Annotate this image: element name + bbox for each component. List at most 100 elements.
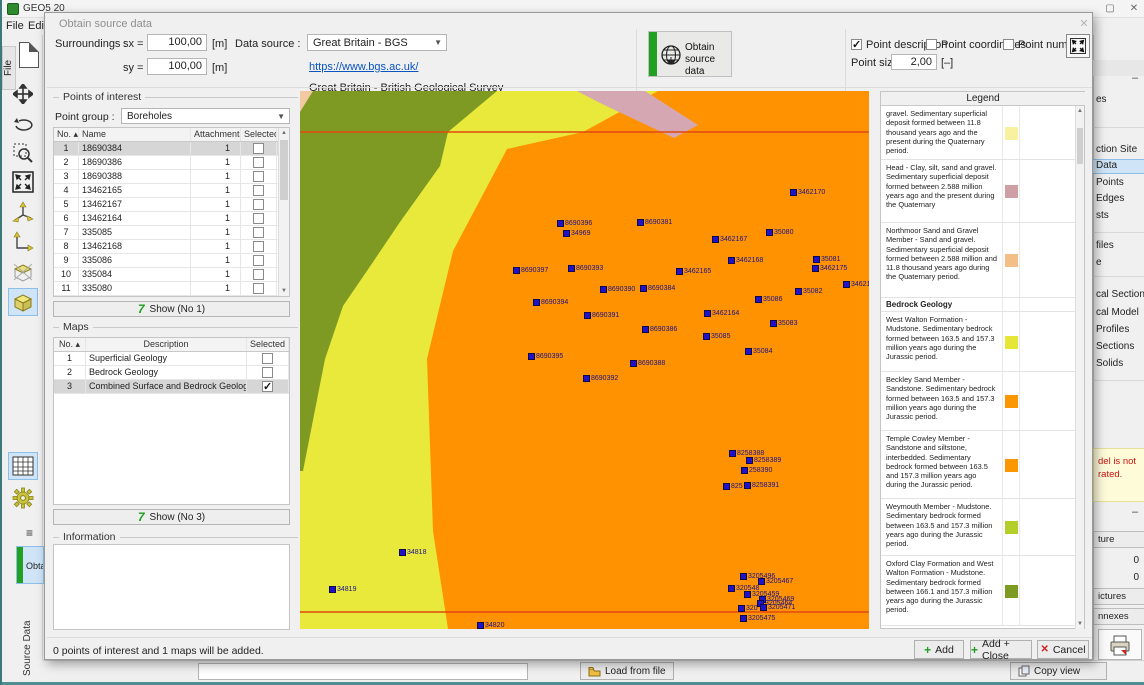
frame-list-icon[interactable]: ≡: [26, 526, 33, 540]
map-point[interactable]: 3462170: [790, 189, 825, 197]
load-from-file-button[interactable]: Load from file: [580, 662, 674, 680]
map-point[interactable]: 320: [738, 605, 758, 613]
map-point[interactable]: 3462167: [712, 236, 747, 244]
row-checkbox[interactable]: [253, 171, 264, 182]
sidebar-item-es[interactable]: es: [1096, 94, 1144, 109]
fullscreen-button[interactable]: [1066, 34, 1090, 58]
map-point[interactable]: 34818: [399, 549, 426, 557]
picture-button-fragment[interactable]: ture: [1093, 531, 1144, 548]
row-checkbox[interactable]: [262, 367, 273, 378]
map-point[interactable]: 8690392: [583, 375, 618, 383]
obtain-source-data-button[interactable]: Obtain source data: [648, 31, 732, 77]
row-checkbox[interactable]: [253, 185, 264, 196]
copy-view-button[interactable]: Copy view: [1010, 662, 1107, 680]
panel-minimize-icon[interactable]: –: [1132, 72, 1138, 84]
row-checkbox[interactable]: [253, 227, 264, 238]
sidebar-item-sections[interactable]: Sections: [1096, 341, 1144, 356]
column-header[interactable]: No. ▴: [54, 338, 86, 351]
table-row[interactable]: 2186903861: [54, 156, 289, 170]
column-header[interactable]: Description: [86, 338, 247, 351]
map-point[interactable]: 35084: [745, 348, 772, 356]
map-point[interactable]: 35080: [766, 229, 793, 237]
point-size-input[interactable]: 2,00: [891, 54, 937, 70]
table-row[interactable]: 103350841: [54, 268, 289, 282]
map-point[interactable]: 3462168: [728, 257, 763, 265]
map-point[interactable]: 8690391: [584, 312, 619, 320]
table-row[interactable]: 4134621651: [54, 184, 289, 198]
point-number-checkbox[interactable]: [1003, 39, 1014, 50]
tables-icon[interactable]: [8, 452, 38, 480]
column-header[interactable]: Name: [79, 128, 191, 141]
map-point[interactable]: 8258391: [744, 482, 779, 490]
map-point[interactable]: 34969: [563, 230, 590, 238]
row-checkbox[interactable]: [253, 143, 264, 154]
data-source-select[interactable]: Great Britain - BGS ▼: [307, 34, 447, 51]
map-point[interactable]: 8690397: [513, 267, 548, 275]
close-icon[interactable]: ✕: [1126, 2, 1142, 15]
command-input[interactable]: [198, 663, 528, 680]
annexes-button-fragment[interactable]: nnexes: [1093, 608, 1144, 625]
row-checkbox[interactable]: [253, 283, 264, 294]
table-row[interactable]: 5134621671: [54, 198, 289, 212]
point-group-select[interactable]: Boreholes ▼: [121, 108, 290, 124]
table-row[interactable]: 1Superficial Geology: [54, 352, 289, 366]
sy-input[interactable]: 100,00: [147, 58, 207, 75]
map-point[interactable]: 8690384: [640, 285, 675, 293]
map-point[interactable]: 8690381: [637, 219, 672, 227]
sidebar-item-data[interactable]: Data: [1093, 159, 1144, 174]
map-point[interactable]: 35083: [770, 320, 797, 328]
map-point[interactable]: 34621: [843, 281, 869, 289]
row-checkbox[interactable]: [262, 381, 273, 392]
map-point[interactable]: 825: [723, 483, 743, 491]
table-row[interactable]: 3186903881: [54, 170, 289, 184]
show-map-button[interactable]: 7 Show (No 3): [53, 509, 290, 525]
point-description-checkbox[interactable]: [851, 39, 862, 50]
geology-map[interactable]: 8690396349698690381346217034621673508034…: [300, 91, 869, 629]
obtain-source-data-main-button[interactable]: Obta: [16, 546, 44, 584]
table-row[interactable]: 3Combined Surface and Bedrock Geology (1…: [54, 380, 289, 394]
axes-corner-icon[interactable]: [8, 228, 38, 256]
sidebar-item-files[interactable]: files: [1096, 240, 1144, 255]
map-point[interactable]: 3205475: [740, 615, 775, 623]
table-row[interactable]: 2Bedrock Geology: [54, 366, 289, 380]
pictures-button-fragment[interactable]: ictures: [1093, 588, 1144, 605]
rotate-icon[interactable]: [8, 110, 38, 138]
axes-3d-icon[interactable]: [8, 198, 38, 226]
new-file-icon[interactable]: [19, 42, 39, 68]
map-point[interactable]: 8690394: [533, 299, 568, 307]
sidebar-item-ctionsite[interactable]: ction Site: [1096, 144, 1144, 159]
sx-input[interactable]: 100,00: [147, 34, 207, 51]
map-point[interactable]: 35081: [813, 256, 840, 264]
map-point[interactable]: 3462165: [676, 268, 711, 276]
row-checkbox[interactable]: [253, 199, 264, 210]
sidebar-item-solids[interactable]: Solids: [1096, 358, 1144, 373]
pan-icon[interactable]: [8, 80, 38, 108]
panel-minimize-icon[interactable]: –: [1132, 506, 1138, 518]
map-point[interactable]: 35086: [755, 296, 782, 304]
row-checkbox[interactable]: [253, 157, 264, 168]
table-row[interactable]: 113350801: [54, 282, 289, 296]
map-point[interactable]: 3462164: [704, 310, 739, 318]
row-checkbox[interactable]: [253, 255, 264, 266]
zoom-region-icon[interactable]: [8, 139, 38, 167]
row-checkbox[interactable]: [253, 213, 264, 224]
column-header[interactable]: Attachments: [191, 128, 241, 141]
settings-gear-icon[interactable]: [8, 484, 38, 512]
map-point[interactable]: 34819: [329, 586, 356, 594]
table-row[interactable]: 6134621641: [54, 212, 289, 226]
map-point[interactable]: 258390: [741, 467, 772, 475]
map-point[interactable]: 34820: [477, 622, 504, 629]
fit-view-icon[interactable]: [8, 168, 38, 196]
cancel-button[interactable]: ✕ Cancel: [1037, 640, 1089, 659]
maximize-icon[interactable]: ▢: [1102, 2, 1118, 15]
column-header[interactable]: Selected: [241, 128, 277, 141]
sidebar-item-calmodel[interactable]: cal Model: [1096, 307, 1144, 322]
sidebar-item-e[interactable]: e: [1096, 257, 1144, 272]
sidebar-item-edges[interactable]: Edges: [1096, 193, 1144, 208]
dialog-close-icon[interactable]: ✕: [1077, 17, 1091, 31]
row-checkbox[interactable]: [253, 269, 264, 280]
table-row[interactable]: 93350861: [54, 254, 289, 268]
solid-box-icon[interactable]: [8, 288, 38, 316]
map-point[interactable]: 8690390: [600, 286, 635, 294]
table-row[interactable]: 8134621681: [54, 240, 289, 254]
